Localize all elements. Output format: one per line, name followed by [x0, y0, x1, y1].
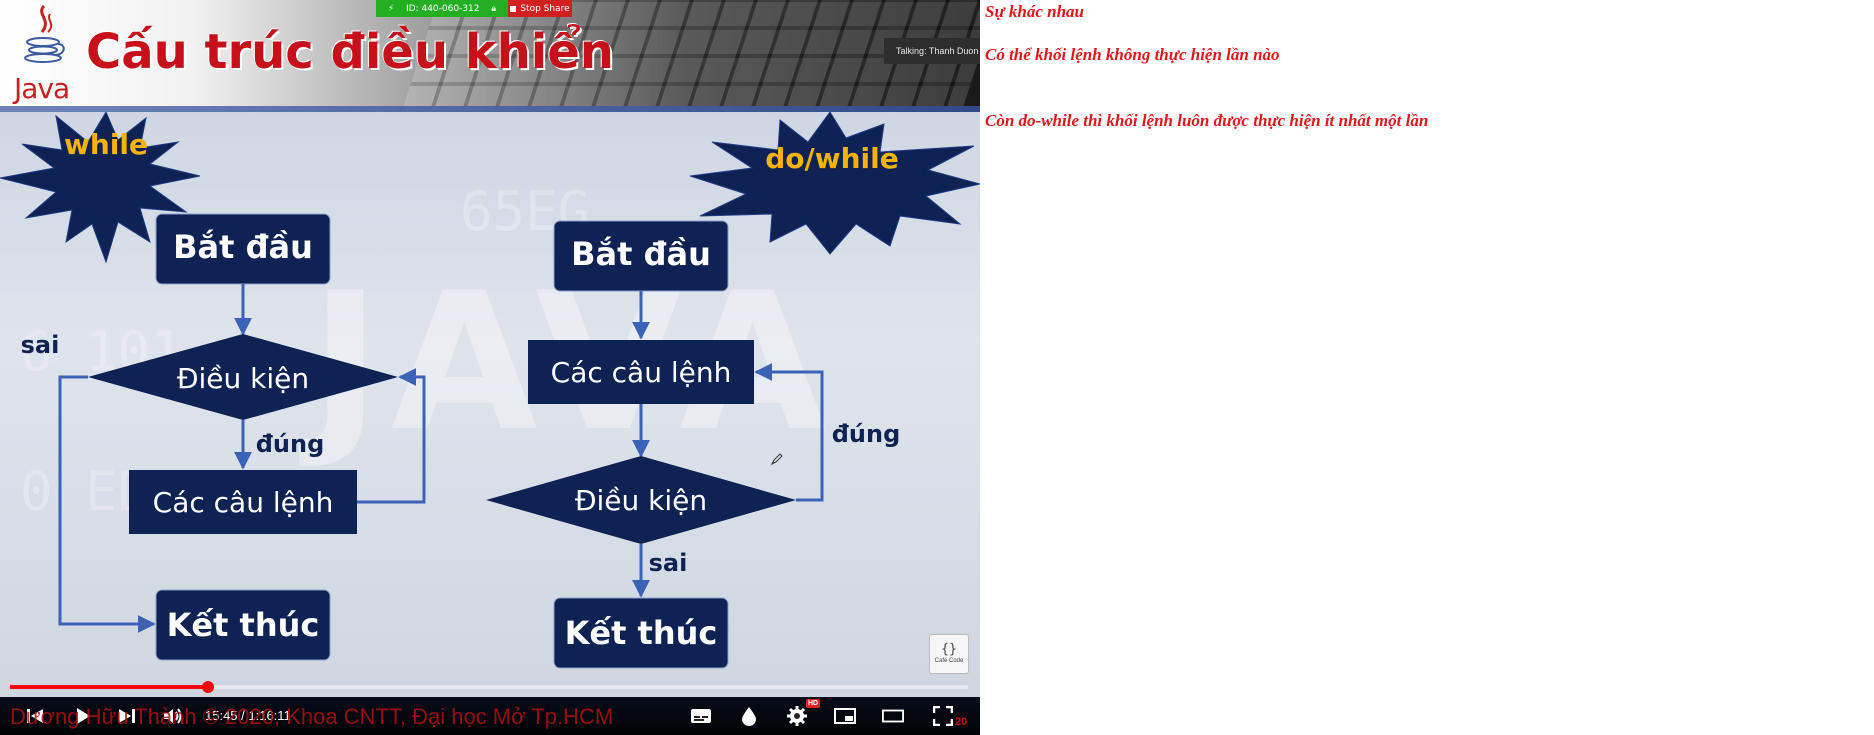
right-false-label: sai: [649, 549, 688, 577]
zoom-meeting-id-text: ID: 440-060-312: [406, 3, 480, 14]
progress-played: [10, 685, 209, 689]
hd-badge: HD: [806, 699, 821, 708]
volume-icon: [164, 708, 182, 724]
volume-button[interactable]: [162, 705, 184, 727]
zoom-signal-icon: ⚡: [387, 3, 395, 14]
play-button[interactable]: [72, 705, 94, 727]
right-end-text: Kết thúc: [565, 614, 718, 652]
right-true-label: đúng: [832, 420, 901, 448]
left-statements-text: Các câu lệnh: [153, 486, 334, 519]
pen-cursor-icon: [770, 453, 783, 466]
ambient-mode-button[interactable]: [738, 705, 760, 727]
stop-icon: [510, 5, 517, 12]
note-line-1: Sự khác nhau: [985, 2, 1085, 21]
stop-share-button[interactable]: Stop Share: [508, 0, 572, 17]
code-brace-icon: {}: [941, 642, 957, 657]
gear-icon: [787, 706, 807, 726]
left-end-text: Kết thúc: [167, 606, 320, 644]
dowhile-label: do/while: [765, 142, 899, 175]
stop-share-label: Stop Share: [520, 3, 570, 14]
right-start-text: Bắt đầu: [571, 235, 711, 273]
previous-icon: [27, 709, 43, 723]
note-line-2: Có thể khối lệnh không thực hiện lần nào: [985, 45, 1280, 64]
subtitles-button[interactable]: [690, 705, 712, 727]
theater-icon: [882, 709, 904, 723]
settings-button[interactable]: [786, 705, 808, 727]
left-start-text: Bắt đầu: [173, 228, 313, 266]
right-condition-text: Điều kiện: [575, 484, 707, 517]
next-button[interactable]: [116, 705, 138, 727]
video-progress-bar[interactable]: [10, 681, 968, 693]
watermark-year: 20: [955, 716, 968, 728]
talking-indicator: Talking: Thanh Duon: [884, 38, 980, 64]
cafe-code-text: Café Code: [934, 658, 964, 664]
java-logo-text: Java: [14, 72, 70, 105]
flowchart: while do/while Bắt đầu Điều kiện đúng Cá…: [0, 112, 980, 669]
play-icon: [77, 708, 90, 724]
next-icon: [119, 709, 135, 723]
zoom-share-bar: ⚡ ID: 440-060-312 🔒︎ Stop Share: [376, 0, 572, 17]
miniplayer-button[interactable]: [834, 705, 856, 727]
right-statements-text: Các câu lệnh: [551, 356, 732, 389]
java-cup-icon: [24, 4, 65, 63]
java-logo: Java: [8, 2, 78, 105]
theater-mode-button[interactable]: [882, 705, 904, 727]
player-controls: 15:45 / 1:16:11: [0, 697, 980, 735]
cafe-code-logo: {} Café Code: [929, 634, 969, 674]
previous-button[interactable]: [24, 705, 46, 727]
left-true-label: đúng: [256, 430, 325, 458]
video-time: 15:45 / 1:16:11: [205, 708, 291, 723]
fullscreen-icon: [933, 706, 953, 726]
lock-icon: 🔒︎: [491, 3, 497, 14]
progress-scrubber-knob[interactable]: [202, 681, 215, 693]
left-condition-text: Điều kiện: [177, 362, 309, 395]
droplet-icon: [742, 707, 756, 726]
subtitles-icon: [691, 709, 711, 723]
miniplayer-icon: [834, 708, 856, 724]
video-player[interactable]: Java Cấu trúc điều khiển ⚡ ID: 440-060-3…: [0, 0, 980, 735]
while-label: while: [64, 128, 148, 161]
note-line-3: Còn do-while thì khối lệnh luôn được thự…: [985, 111, 1429, 130]
fullscreen-button[interactable]: [932, 705, 954, 727]
dowhile-star: [689, 112, 980, 255]
left-false-label: sai: [21, 331, 60, 359]
zoom-meeting-id[interactable]: ⚡ ID: 440-060-312 🔒︎: [376, 0, 508, 17]
slide-title: Cấu trúc điều khiển: [86, 24, 614, 80]
